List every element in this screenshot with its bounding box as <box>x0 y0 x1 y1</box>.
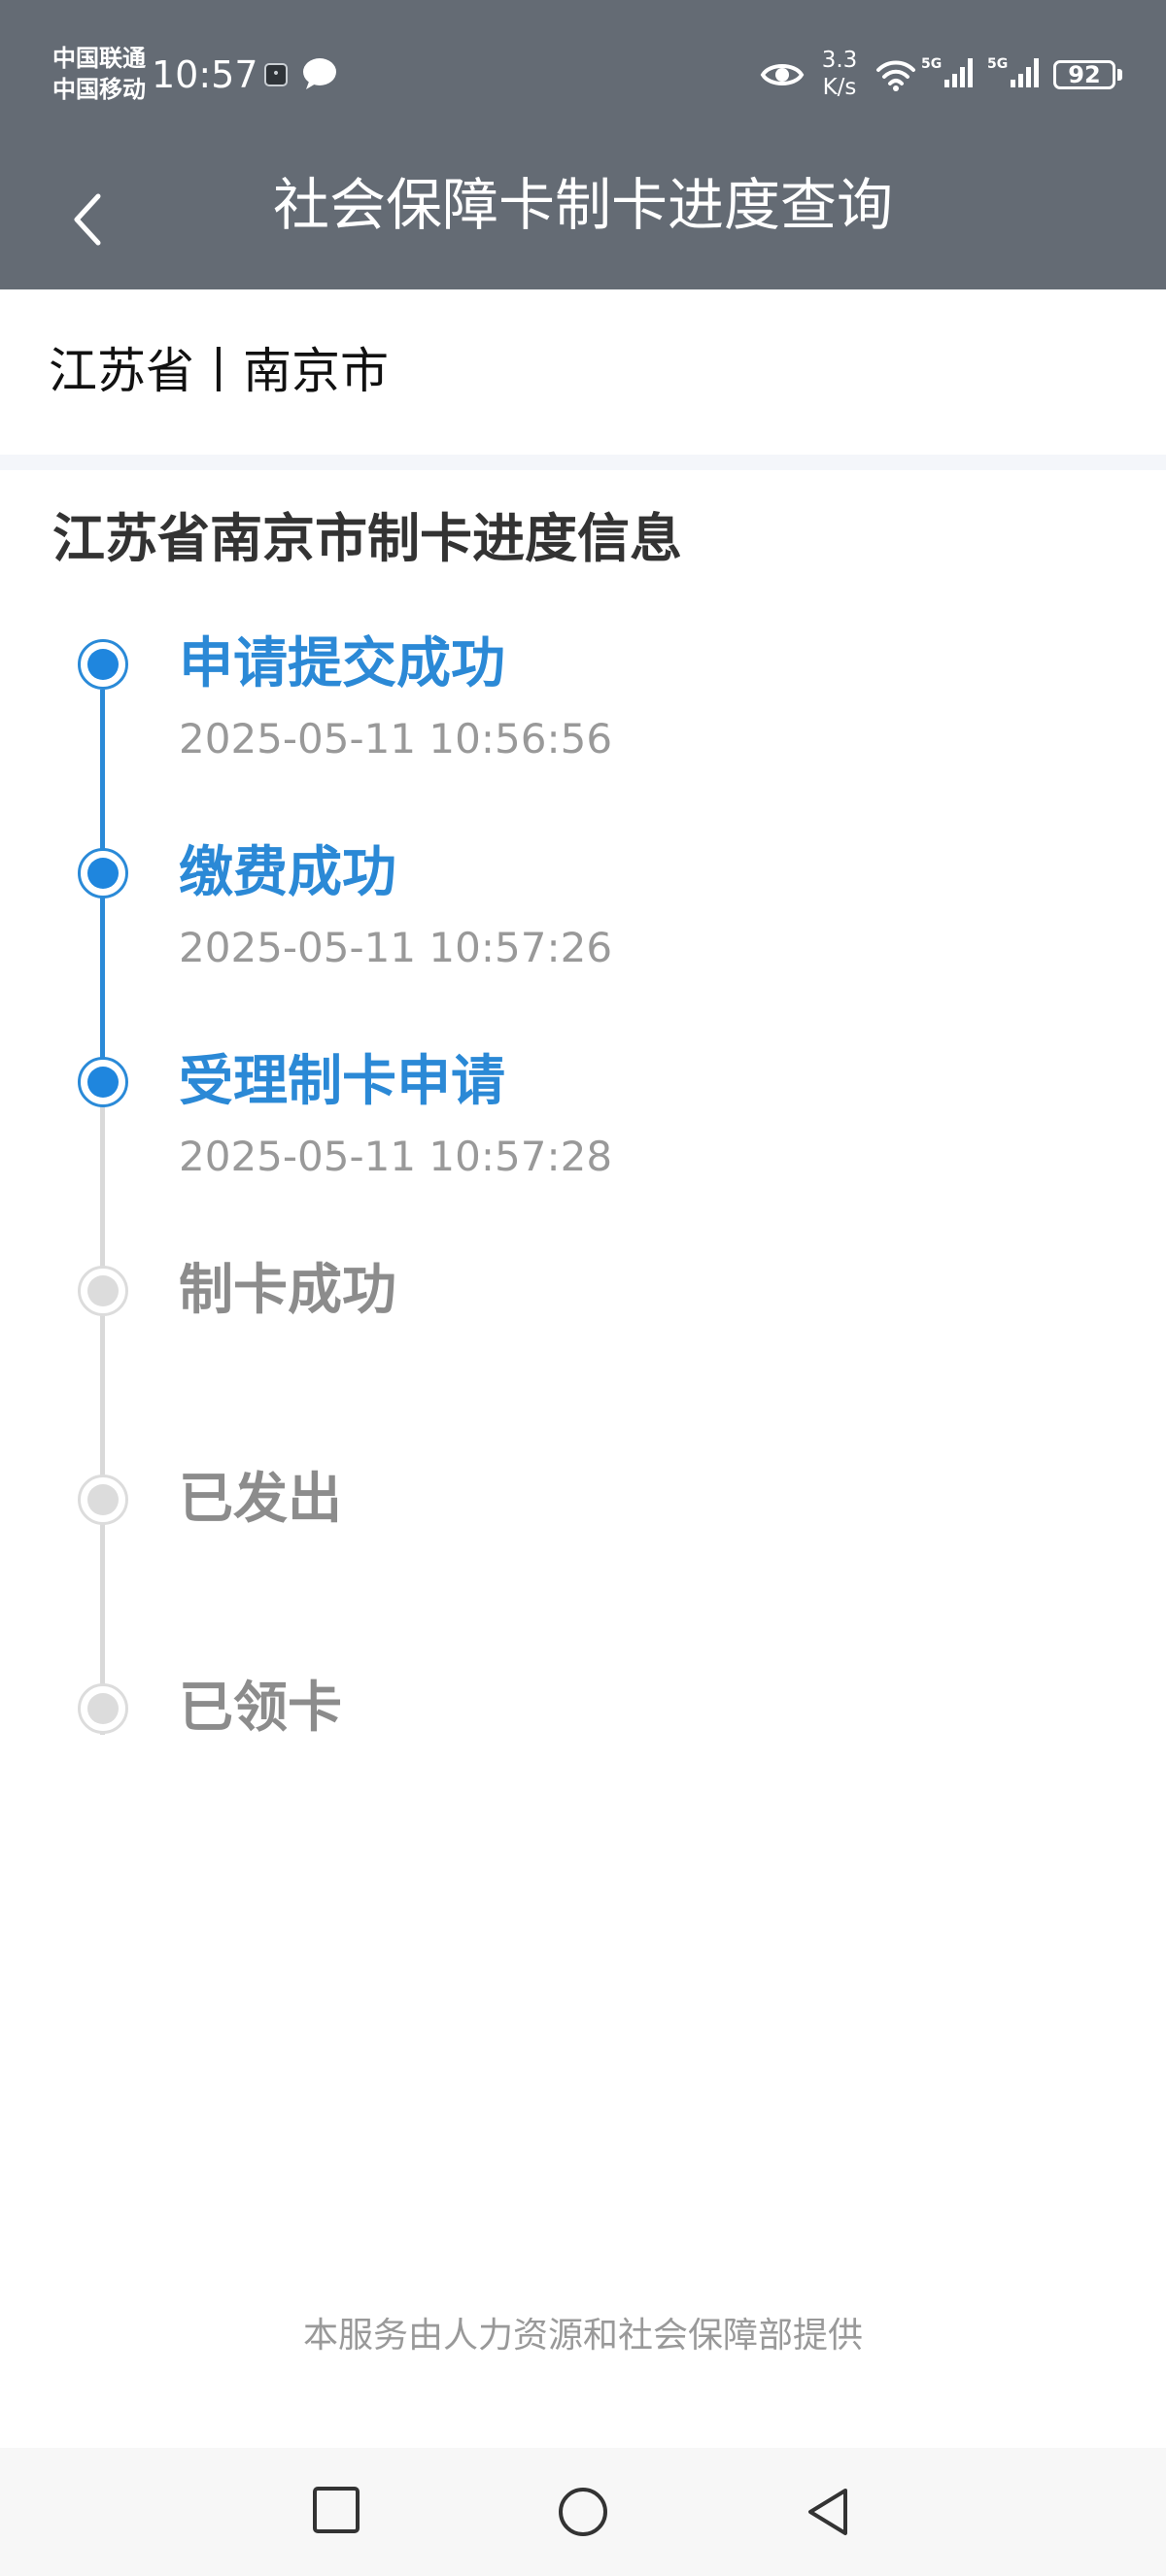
step-label: 制卡成功 <box>179 1259 396 1322</box>
triangle-back-icon <box>808 2489 847 2535</box>
step-done-dot-icon <box>78 639 128 690</box>
step-pending-dot-icon <box>78 1683 128 1734</box>
page-title: 社会保障卡制卡进度查询 <box>272 172 893 238</box>
step-label: 已领卡 <box>179 1677 342 1740</box>
system-nav-bar <box>0 2448 1166 2576</box>
step-label: 受理制卡申请 <box>179 1050 505 1113</box>
step-time: 2025-05-11 10:57:28 <box>179 1133 613 1180</box>
wifi-icon <box>876 60 915 91</box>
svg-text:5G: 5G <box>987 56 1008 72</box>
signal-icon-2: 5G <box>987 56 1039 87</box>
signal-icon-1: 5G <box>921 56 973 87</box>
app-notification-icon: • <box>264 63 288 86</box>
region-text[interactable]: 江苏省丨南京市 <box>49 336 389 406</box>
section-divider <box>0 455 1166 470</box>
region-selector[interactable]: 江苏省丨南京市 <box>0 289 1166 455</box>
app-header: 社会保障卡制卡进度查询 <box>0 148 1166 289</box>
carrier-1: 中国联通 <box>52 45 146 72</box>
message-icon <box>303 58 336 89</box>
step-pending-dot-icon <box>78 1266 128 1316</box>
step-time: 2025-05-11 10:56:56 <box>179 715 613 763</box>
network-speed: 3.3 K/s <box>821 48 858 100</box>
status-time: 10:57 <box>152 53 258 96</box>
service-provider-note: 本服务由人力资源和社会保障部提供 <box>302 2316 863 2356</box>
step-done-dot-icon <box>78 1057 128 1107</box>
carrier-names: 中国联通 中国移动 <box>52 43 146 105</box>
nav-back-button[interactable] <box>801 2483 855 2545</box>
step-time: 2025-05-11 10:57:26 <box>179 924 613 971</box>
chevron-left-icon <box>74 193 101 246</box>
back-button[interactable] <box>58 173 117 266</box>
step-label: 已发出 <box>179 1468 342 1531</box>
home-button[interactable] <box>554 2483 612 2545</box>
recent-apps-button[interactable] <box>309 2483 363 2541</box>
step-label: 缴费成功 <box>179 841 396 904</box>
svg-text:5G: 5G <box>921 56 942 72</box>
step-pending-dot-icon <box>78 1474 128 1525</box>
square-icon <box>313 2487 360 2533</box>
carrier-2: 中国移动 <box>52 76 146 103</box>
step-done-dot-icon <box>78 848 128 898</box>
status-bar: 中国联通 中国移动 10:57 • 3.3 K/s 5G 5G 92 <box>0 0 1166 148</box>
step-label: 申请提交成功 <box>179 632 505 695</box>
eye-comfort-icon <box>760 64 805 85</box>
circle-icon <box>559 2488 607 2536</box>
battery-indicator: 92 <box>1053 60 1122 89</box>
progress-title: 江苏省南京市制卡进度信息 <box>52 508 682 569</box>
